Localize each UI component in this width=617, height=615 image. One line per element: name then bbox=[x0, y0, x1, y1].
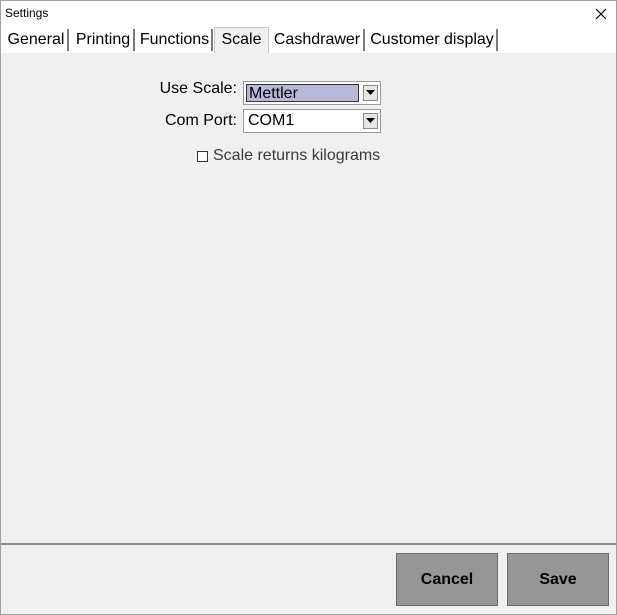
scale-tab-panel: Use Scale: Mettler Com Port: COM1 bbox=[1, 53, 616, 543]
com-port-value: COM1 bbox=[248, 112, 295, 129]
tab-cashdrawer[interactable]: Cashdrawer bbox=[271, 29, 365, 51]
com-port-label: Com Port: bbox=[164, 112, 237, 129]
tab-customer-display[interactable]: Customer display bbox=[368, 29, 498, 51]
com-port-select[interactable]: COM1 bbox=[243, 109, 381, 133]
save-button[interactable]: Save bbox=[507, 553, 609, 606]
use-scale-dropdown-button[interactable] bbox=[363, 85, 378, 101]
use-scale-value: Mettler bbox=[246, 84, 359, 102]
cancel-button[interactable]: Cancel bbox=[396, 553, 498, 606]
com-port-dropdown-button[interactable] bbox=[363, 113, 378, 129]
use-scale-label: Use Scale: bbox=[159, 80, 237, 97]
window-title: Settings bbox=[5, 6, 49, 20]
tab-strip: General Printing Functions Scale Cashdra… bbox=[1, 27, 616, 53]
kilograms-checkbox[interactable] bbox=[197, 151, 208, 162]
tab-printing[interactable]: Printing bbox=[73, 29, 135, 51]
triangle-down-icon bbox=[366, 118, 375, 123]
footer-divider bbox=[1, 543, 616, 545]
use-scale-select[interactable]: Mettler bbox=[243, 81, 381, 105]
close-button[interactable] bbox=[586, 1, 616, 27]
tab-scale[interactable]: Scale bbox=[214, 27, 269, 53]
tab-general[interactable]: General bbox=[5, 29, 69, 51]
close-icon bbox=[595, 8, 607, 20]
title-bar: Settings bbox=[1, 1, 616, 27]
triangle-down-icon bbox=[366, 90, 375, 95]
kilograms-label: Scale returns kilograms bbox=[213, 147, 381, 164]
tab-functions[interactable]: Functions bbox=[138, 29, 213, 51]
settings-window: Settings General Printing Functions Scal… bbox=[0, 0, 617, 615]
